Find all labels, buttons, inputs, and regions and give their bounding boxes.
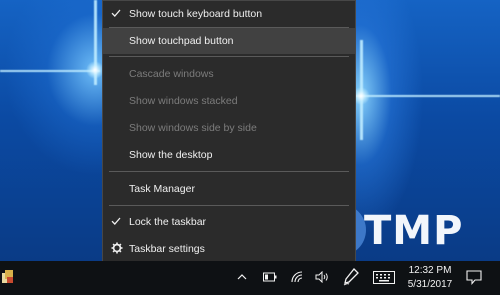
volume-icon[interactable]	[315, 271, 329, 283]
menu-item-label: Lock the taskbar	[129, 216, 207, 228]
menu-separator	[109, 56, 349, 57]
menu-separator	[109, 171, 349, 172]
taskbar-context-menu: Show touch keyboard button Show touchpad…	[102, 0, 356, 268]
taskbar[interactable]: 12:32 PM 5/31/2017	[0, 261, 500, 295]
battery-icon[interactable]	[263, 272, 277, 282]
menu-item-label: Cascade windows	[129, 68, 214, 80]
menu-item-task-manager[interactable]: Task Manager	[103, 176, 355, 202]
menu-item-cascade-windows[interactable]: Cascade windows	[103, 61, 355, 87]
menu-item-show-touch-keyboard-button[interactable]: Show touch keyboard button	[103, 1, 355, 27]
notification-icon[interactable]	[466, 270, 482, 285]
menu-item-label: Show windows stacked	[129, 95, 238, 107]
menu-item-label: Show the desktop	[129, 149, 213, 161]
wifi-icon[interactable]	[290, 271, 304, 283]
light-beam	[0, 70, 100, 72]
menu-item-label: Show touch keyboard button	[129, 8, 263, 20]
menu-item-show-touchpad-button[interactable]: Show touchpad button	[103, 28, 355, 54]
menu-item-label: Taskbar settings	[129, 243, 205, 255]
chevron-up-icon[interactable]	[237, 273, 247, 281]
light-beam	[355, 95, 500, 97]
keyboard-icon[interactable]	[373, 271, 395, 284]
menu-item-show-the-desktop[interactable]: Show the desktop	[103, 142, 355, 168]
checkmark-icon	[111, 9, 121, 17]
clock-date: 5/31/2017	[407, 279, 453, 290]
watermark-text: TMP	[364, 208, 464, 254]
menu-item-lock-the-taskbar[interactable]: Lock the taskbar	[103, 209, 355, 235]
menu-separator	[109, 205, 349, 206]
menu-item-label: Task Manager	[129, 183, 195, 195]
pen-icon[interactable]	[343, 268, 359, 286]
menu-item-show-windows-stacked[interactable]: Show windows stacked	[103, 88, 355, 114]
menu-item-label: Show windows side by side	[129, 122, 257, 134]
taskbar-clock[interactable]: 12:32 PM 5/31/2017	[404, 264, 456, 292]
menu-item-label: Show touchpad button	[129, 35, 234, 47]
app-icon[interactable]	[1, 269, 15, 285]
menu-item-taskbar-settings[interactable]: Taskbar settings	[103, 236, 355, 262]
clock-time: 12:32 PM	[408, 265, 452, 276]
menu-item-show-windows-side-by-side[interactable]: Show windows side by side	[103, 115, 355, 141]
gear-icon	[111, 242, 123, 254]
checkmark-icon	[111, 217, 121, 225]
